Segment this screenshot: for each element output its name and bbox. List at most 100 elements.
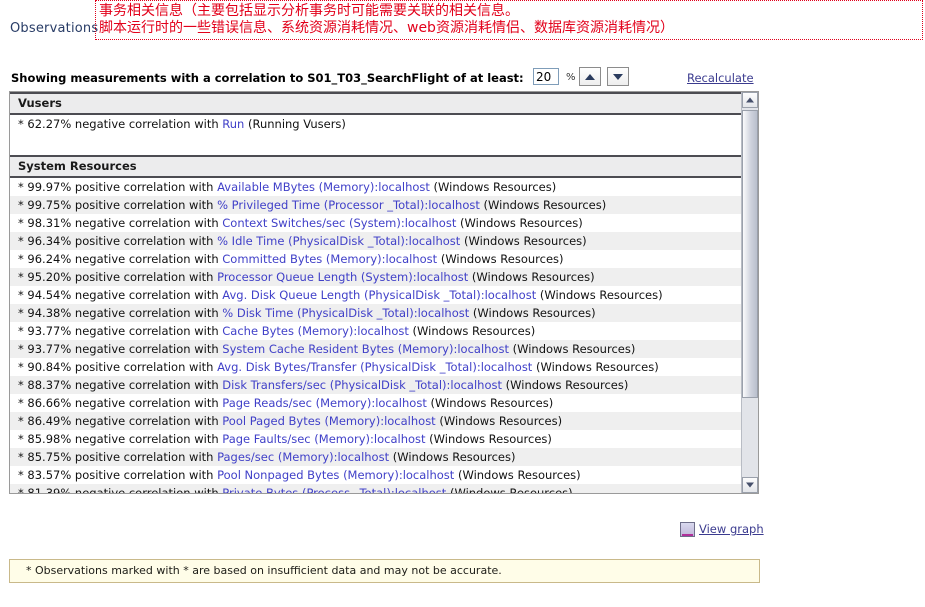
measurement-link[interactable]: % Privileged Time (Processor _Total):loc… (217, 198, 480, 212)
observation-summary: * 96.34% positive correlation with (18, 234, 218, 248)
graph-icon (680, 521, 695, 537)
measurement-link[interactable]: Avg. Disk Queue Length (PhysicalDisk _To… (222, 288, 536, 302)
filter-bar: Showing measurements with a correlation … (0, 66, 925, 92)
measurement-source: (Windows Resources) (479, 198, 607, 212)
measurement-link[interactable]: % Idle Time (PhysicalDisk _Total):localh… (217, 234, 460, 248)
scroll-down-arrow-icon (746, 482, 754, 488)
observation-summary: * 86.49% negative correlation with (18, 414, 223, 428)
measurement-link[interactable]: Processor Queue Length (System):localhos… (217, 270, 468, 284)
measurement-link[interactable]: Private Bytes (Process _Total):localhost (222, 486, 446, 493)
measurement-source: (Windows Resources) (408, 324, 536, 338)
section-header: Vusers (10, 92, 741, 115)
page-title: Observations (10, 21, 99, 36)
observation-summary: * 88.37% negative correlation with (18, 378, 223, 392)
observation-row: * 85.98% negative correlation with Page … (10, 430, 741, 448)
scroll-up-arrow-icon (746, 97, 754, 103)
view-graph-link[interactable]: View graph (680, 520, 764, 538)
measurement-link[interactable]: % Disk Time (PhysicalDisk _Total):localh… (222, 306, 469, 320)
observations-scrollbar[interactable] (741, 92, 758, 493)
observation-summary: * 62.27% negative correlation with (18, 117, 223, 131)
section-header: System Resources (10, 155, 741, 178)
observation-row: * 85.75% positive correlation with Pages… (10, 448, 741, 466)
correlation-threshold-input[interactable] (533, 68, 559, 85)
percent-sign-label: % (566, 72, 576, 83)
observation-summary: * 99.75% positive correlation with (18, 198, 218, 212)
observation-row: * 98.31% negative correlation with Conte… (10, 214, 741, 232)
observation-row: * 96.24% negative correlation with Commi… (10, 250, 741, 268)
observation-row: * 93.77% negative correlation with Cache… (10, 322, 741, 340)
observation-row: * 93.77% negative correlation with Syste… (10, 340, 741, 358)
measurement-link[interactable]: Pool Paged Bytes (Memory):localhost (222, 414, 435, 428)
observation-row: * 86.66% negative correlation with Page … (10, 394, 741, 412)
observation-summary: * 93.77% negative correlation with (18, 342, 223, 356)
observation-row: * 99.75% positive correlation with % Pri… (10, 196, 741, 214)
chevron-up-icon (585, 73, 595, 80)
observation-row: * 94.38% negative correlation with % Dis… (10, 304, 741, 322)
measurement-source: (Windows Resources) (502, 378, 629, 392)
recalculate-link[interactable]: Recalculate (687, 71, 754, 85)
measurement-link[interactable]: System Cache Resident Bytes (Memory):loc… (222, 342, 509, 356)
measurement-link[interactable]: Page Reads/sec (Memory):localhost (222, 396, 427, 410)
measurement-source: (Windows Resources) (426, 396, 554, 410)
measurement-link[interactable]: Cache Bytes (Memory):localhost (222, 324, 409, 338)
measurement-source: (Windows Resources) (425, 432, 552, 446)
observation-row: * 88.37% negative correlation with Disk … (10, 376, 741, 394)
annotation-callout: 事务相关信息（主要包括显示分析事务时可能需要关联的相关信息。 脚本运行时的一些错… (95, 0, 923, 40)
observation-row: * 96.34% positive correlation with % Idl… (10, 232, 741, 250)
observation-row: * 95.20% positive correlation with Proce… (10, 268, 741, 286)
measurement-link[interactable]: Committed Bytes (Memory):localhost (222, 252, 437, 266)
measurement-link[interactable]: Page Faults/sec (Memory):localhost (222, 432, 425, 446)
measurement-source: (Windows Resources) (429, 180, 557, 194)
observation-summary: * 96.24% negative correlation with (18, 252, 223, 266)
observation-row: * 83.57% positive correlation with Pool … (10, 466, 741, 484)
observations-list: Vusers * 62.27% negative correlation with… (10, 92, 741, 493)
chevron-down-icon (613, 73, 623, 80)
measurement-source: (Windows Resources) (456, 216, 583, 230)
observation-summary: * 98.31% negative correlation with (18, 216, 223, 230)
measurement-link[interactable]: Context Switches/sec (System):localhost (222, 216, 456, 230)
observation-row: * 99.97% positive correlation with Avail… (10, 178, 741, 196)
observation-row: * 86.49% negative correlation with Pool … (10, 412, 741, 430)
observation-summary: * 85.75% positive correlation with (18, 450, 218, 464)
filter-label: Showing measurements with a correlation … (11, 71, 524, 85)
footnote-banner: * Observations marked with * are based o… (9, 559, 760, 583)
observation-row: * 81.39% negative correlation with Priva… (10, 484, 741, 493)
observations-panel: Vusers * 62.27% negative correlation with… (9, 91, 759, 494)
observation-summary: * 95.20% positive correlation with (18, 270, 218, 284)
measurement-link[interactable]: Disk Transfers/sec (PhysicalDisk _Total)… (222, 378, 502, 392)
observation-summary: * 99.97% positive correlation with (18, 180, 218, 194)
observation-summary: * 81.39% negative correlation with (18, 486, 223, 493)
scroll-up-button[interactable] (742, 92, 758, 108)
observation-summary: * 93.77% negative correlation with (18, 324, 223, 338)
threshold-decrease-button[interactable] (607, 67, 629, 86)
measurement-source: (Windows Resources) (389, 450, 516, 464)
measurement-source: (Windows Resources) (460, 234, 587, 248)
measurement-link[interactable]: Avg. Disk Bytes/Transfer (PhysicalDisk _… (217, 360, 532, 374)
observation-row: * 62.27% negative correlation with Run (… (10, 115, 741, 133)
annotation-text-line1: 事务相关信息（主要包括显示分析事务时可能需要关联的相关信息。 (99, 3, 519, 19)
measurement-source: (Running Vusers) (244, 117, 346, 131)
observation-summary: * 94.38% negative correlation with (18, 306, 223, 320)
annotation-text-line2: 脚本运行时的一些错误信息、系统资源消耗情况、web资源消耗情侣、数据库资源消耗情… (99, 20, 674, 36)
scrollbar-thumb[interactable] (742, 110, 758, 398)
observation-summary: * 83.57% positive correlation with (18, 468, 218, 482)
observation-row: * 90.84% positive correlation with Avg. … (10, 358, 741, 376)
observation-row: * 94.54% negative correlation with Avg. … (10, 286, 741, 304)
measurement-link[interactable]: Pages/sec (Memory):localhost (217, 450, 389, 464)
measurement-source: (Windows Resources) (508, 342, 636, 356)
measurement-source: (Windows Resources) (536, 288, 663, 302)
measurement-link[interactable]: Available MBytes (Memory):localhost (217, 180, 430, 194)
measurement-source: (Windows Resources) (454, 468, 581, 482)
measurement-source: (Windows Resources) (437, 252, 564, 266)
threshold-increase-button[interactable] (579, 67, 601, 86)
measurement-link[interactable]: Pool Nonpaged Bytes (Memory):localhost (217, 468, 454, 482)
measurement-link[interactable]: Run (222, 117, 244, 131)
observation-summary: * 94.54% negative correlation with (18, 288, 223, 302)
measurement-source: (Windows Resources) (435, 414, 563, 428)
scrollbar-track[interactable] (742, 108, 758, 477)
observation-summary: * 90.84% positive correlation with (18, 360, 218, 374)
scroll-down-button[interactable] (742, 477, 758, 493)
measurement-source: (Windows Resources) (446, 486, 573, 493)
section-spacer (10, 133, 741, 155)
annotation-band: Observations 事务相关信息（主要包括显示分析事务时可能需要关联的相关… (0, 0, 925, 43)
